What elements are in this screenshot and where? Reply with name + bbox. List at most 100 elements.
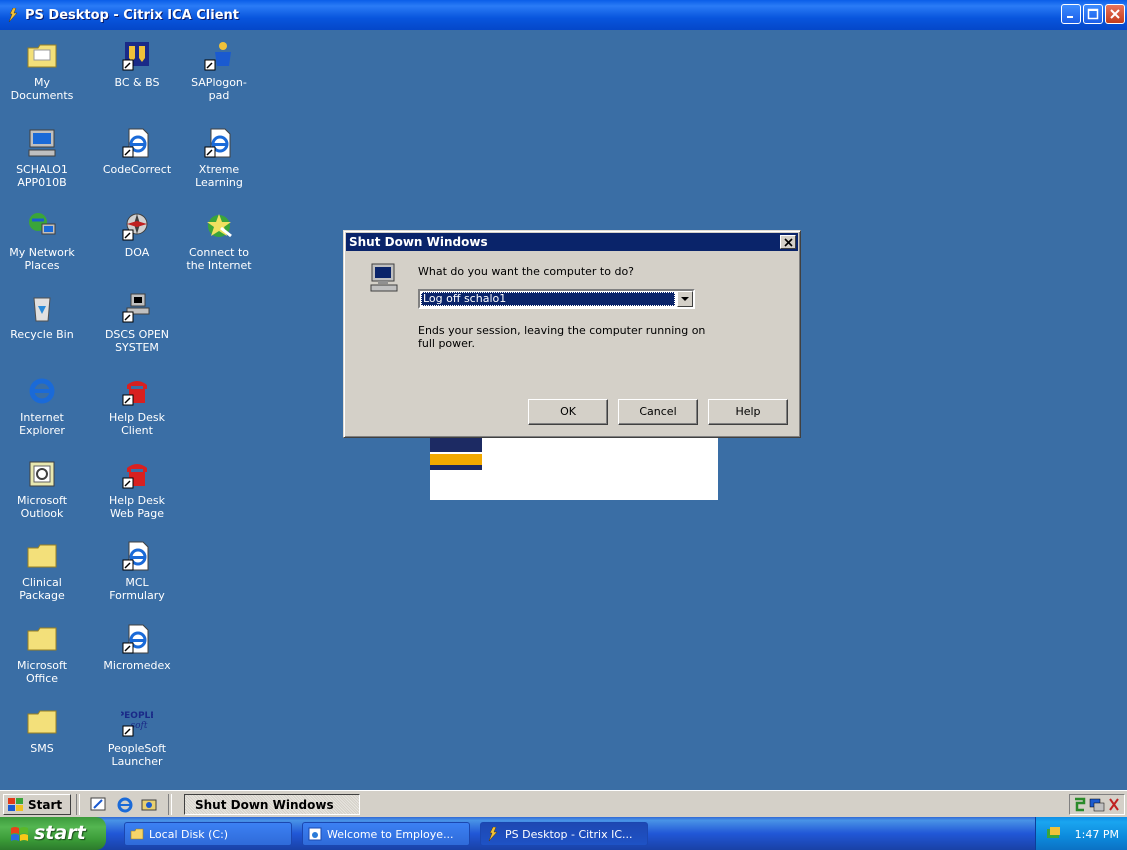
xp-system-tray: 1:47 PM: [1035, 817, 1127, 850]
xp-start-button[interactable]: start: [0, 817, 106, 850]
compass-shortcut-icon: [122, 213, 148, 241]
desktop-icon[interactable]: Micromedex: [99, 623, 175, 672]
telephone-shortcut-icon: [122, 464, 147, 489]
desktop-icon-label: SMS: [30, 742, 54, 755]
xp-taskbar: start Local Disk (C:) Welcome to Employe…: [0, 817, 1127, 850]
dropdown-button[interactable]: [677, 291, 693, 307]
outlook-icon: [29, 461, 55, 487]
minimize-icon: [1067, 16, 1073, 18]
desktop-icon-label: My Network Places: [9, 246, 75, 272]
desktop-icon[interactable]: Clinical Package: [4, 540, 80, 602]
desktop-icon[interactable]: Connect to the Internet: [181, 210, 257, 272]
bc-bs-shortcut-icon: [122, 42, 149, 71]
ok-button[interactable]: OK: [528, 399, 608, 425]
desktop-icon[interactable]: Internet Explorer: [4, 375, 80, 437]
ie-shortcut-icon: [122, 624, 149, 654]
desktop-icon[interactable]: Microsoft Office: [4, 623, 80, 685]
minimize-button[interactable]: [1061, 4, 1081, 24]
folder-icon: [27, 544, 57, 568]
desktop-icon[interactable]: DOA: [99, 210, 175, 259]
svg-text:PEOPLE: PEOPLE: [121, 711, 153, 721]
desktop-icon[interactable]: Recycle Bin: [4, 292, 80, 341]
windows-flag-icon: [11, 827, 28, 841]
show-desktop-icon[interactable]: [90, 796, 108, 813]
connect-internet-icon: [207, 214, 232, 238]
windows-logo-icon: [8, 798, 23, 811]
clock[interactable]: 1:47 PM: [1075, 828, 1119, 841]
maximize-button[interactable]: [1083, 4, 1103, 24]
my-documents-icon: [27, 44, 57, 68]
desktop-icon[interactable]: Help Desk Web Page: [99, 458, 175, 520]
desktop-icon[interactable]: MCL Formulary: [99, 540, 175, 602]
desktop-icon[interactable]: PEOPLEsoft PeopleSoft Launcher: [99, 706, 175, 768]
desktop-icon[interactable]: CodeCorrect: [99, 127, 175, 176]
taskbar-item-local-disk[interactable]: Local Disk (C:): [124, 822, 292, 846]
citrix-taskbar: Start Shut Down Windows: [0, 790, 1127, 817]
shutdown-dialog: Shut Down Windows What do you want the c…: [343, 230, 801, 438]
folder-icon: [27, 627, 57, 651]
desktop-icon[interactable]: BC & BS: [99, 40, 175, 89]
citrix-start-label: Start: [28, 798, 63, 812]
saplogon-shortcut-icon: [204, 42, 231, 71]
taskbar-item-shutdown-windows[interactable]: Shut Down Windows: [184, 794, 360, 815]
folder-icon: [27, 710, 57, 734]
splash-image-remnant: [430, 432, 718, 500]
desktop-icon[interactable]: Help Desk Client: [99, 375, 175, 437]
desktop-icon[interactable]: My Documents: [4, 40, 80, 102]
task-label: Shut Down Windows: [195, 798, 334, 812]
desktop-icon[interactable]: SMS: [4, 706, 80, 755]
action-description: Ends your session, leaving the computer …: [418, 324, 706, 350]
desktop-icon-label: MCL Formulary: [109, 576, 165, 602]
desktop-icon-label: Help Desk Client: [109, 411, 165, 437]
desktop-icon-label: PeopleSoft Launcher: [107, 742, 167, 768]
computer-icon: [28, 129, 56, 157]
desktop-icon[interactable]: My Network Places: [4, 210, 80, 272]
shutdown-action-value: Log off schalo1: [421, 292, 675, 306]
help-button[interactable]: Help: [708, 399, 788, 425]
dialog-title: Shut Down Windows: [349, 235, 488, 249]
browser-window-icon: [308, 827, 322, 841]
shutdown-action-select[interactable]: Log off schalo1: [418, 289, 695, 309]
dialog-close-button[interactable]: [780, 235, 796, 249]
desktop-icon-label: Xtreme Learning: [195, 163, 243, 189]
taskbar-item-ps-desktop[interactable]: PS Desktop - Citrix IC...: [480, 822, 648, 846]
desktop-icon-label: Internet Explorer: [19, 411, 65, 437]
close-button[interactable]: [1105, 4, 1125, 24]
desktop-icon[interactable]: Xtreme Learning: [181, 127, 257, 189]
desktop-icon[interactable]: Microsoft Outlook: [4, 458, 80, 520]
desktop-icon-label: Help Desk Web Page: [109, 494, 165, 520]
chevron-down-icon: [681, 297, 689, 301]
desktop-icon-label: Clinical Package: [19, 576, 65, 602]
desktop-icon-label: BC & BS: [114, 76, 160, 89]
desktop-icon[interactable]: DSCS OPEN SYSTEM: [99, 292, 175, 354]
citrix-tray-icon[interactable]: [1046, 826, 1062, 840]
desktop-icon-label: SCHALO1 APP010B: [16, 163, 68, 189]
desktop-icon-label: SAPlogon-pad: [191, 76, 247, 102]
citrix-start-button[interactable]: Start: [3, 794, 71, 815]
recycle-bin-icon: [33, 297, 51, 322]
taskbar-item-welcome-employee[interactable]: Welcome to Employe...: [302, 822, 470, 846]
desktop-icon-label: DSCS OPEN SYSTEM: [104, 328, 170, 354]
internet-explorer-icon: [29, 378, 55, 404]
tray-icons[interactable]: [1072, 796, 1124, 813]
internet-explorer-icon[interactable]: [116, 796, 134, 813]
close-icon: [784, 238, 793, 247]
terminal-shortcut-icon: [122, 293, 150, 323]
cancel-button[interactable]: Cancel: [618, 399, 698, 425]
desktop-icon-label: Microsoft Office: [16, 659, 68, 685]
desktop-icon[interactable]: SCHALO1 APP010B: [4, 127, 80, 189]
dialog-titlebar[interactable]: Shut Down Windows: [346, 233, 798, 251]
desktop-icon-label: My Documents: [10, 76, 74, 102]
ie-shortcut-icon: [122, 128, 149, 158]
network-places-icon: [29, 213, 56, 235]
outlook-express-icon[interactable]: [140, 796, 158, 813]
window-titlebar[interactable]: PS Desktop - Citrix ICA Client: [0, 0, 1127, 30]
task-label: Local Disk (C:): [149, 828, 229, 841]
xp-start-label: start: [34, 822, 86, 844]
desktop-icon-label: DOA: [124, 246, 150, 259]
close-icon: [1110, 9, 1120, 19]
task-label: Welcome to Employe...: [327, 828, 454, 841]
window-title: PS Desktop - Citrix ICA Client: [25, 8, 239, 23]
desktop-icon[interactable]: SAPlogon-pad: [181, 40, 257, 102]
dialog-prompt: What do you want the computer to do?: [418, 265, 635, 278]
